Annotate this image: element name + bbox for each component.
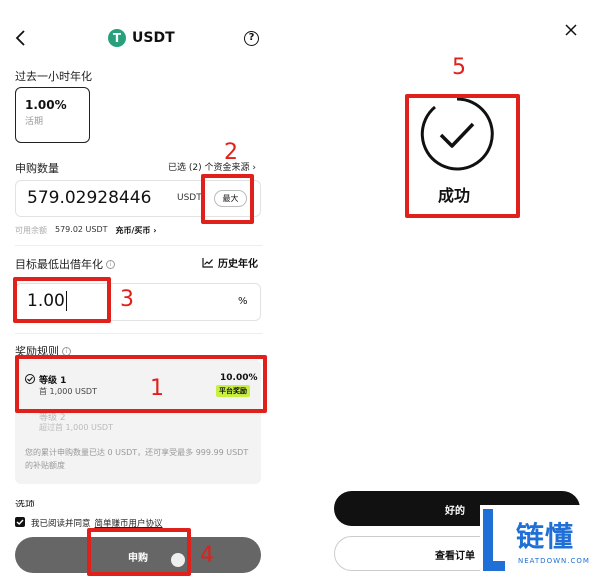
ok-button-label: 好的 — [445, 506, 465, 517]
annotation-box-2 — [201, 174, 254, 224]
right-panel: 成功 好的 查看订单 链懂 NEATDOWN.COM — [275, 0, 596, 576]
amount-value: 579.02928446 — [27, 188, 152, 208]
agree-prefix: 我已阅读并同意 — [31, 519, 91, 529]
amount-title: 申购数量 — [15, 162, 59, 175]
target-title-row: 目标最低出借年化 i — [15, 256, 115, 272]
deposit-link-label: 充币/买币 — [115, 226, 151, 235]
back-icon[interactable] — [12, 28, 30, 48]
history-apr-link[interactable]: 历史年化 — [202, 255, 258, 270]
close-icon[interactable] — [563, 22, 579, 38]
funding-source-link[interactable]: 已选 (2) 个资金来源 › — [168, 160, 256, 173]
available-label: 可用余额 — [15, 226, 47, 235]
apr-value: 1.00% — [25, 98, 67, 112]
watermark: 链懂 NEATDOWN.COM — [480, 505, 596, 576]
options-label: 选项 — [15, 500, 35, 507]
annotation-number-3: 3 — [120, 287, 134, 312]
apr-section-title: 过去一小时年化 — [15, 70, 92, 83]
annotation-number-5: 5 — [452, 55, 466, 80]
info-icon[interactable]: i — [106, 259, 115, 269]
agree-checkbox[interactable] — [15, 517, 25, 527]
available-value: 579.02 USDT — [55, 225, 108, 234]
divider — [15, 245, 263, 246]
apr-sub: 活期 — [25, 117, 44, 127]
annotation-number-4: 4 — [200, 543, 214, 568]
tier2-desc: 超过首 1,000 USDT — [39, 423, 113, 432]
history-apr-label: 历史年化 — [218, 259, 258, 270]
annotation-box-5 — [405, 94, 520, 218]
available-row: 可用余额 579.02 USDT 充币/买币 › — [15, 225, 157, 236]
annotation-box-3 — [13, 277, 111, 323]
annotation-number-2: 2 — [224, 140, 238, 165]
deposit-link[interactable]: 充币/买币 › — [116, 225, 157, 236]
target-apr-unit: % — [238, 296, 248, 307]
apr-card[interactable]: 1.00% 活期 — [15, 87, 90, 143]
chevron-right-icon: › — [252, 163, 256, 173]
annotation-box-1 — [15, 355, 267, 413]
divider — [15, 333, 263, 334]
page-title: USDT — [132, 30, 175, 46]
tether-icon: T — [108, 29, 126, 47]
target-title: 目标最低出借年化 — [15, 258, 103, 271]
help-icon[interactable]: ? — [244, 31, 259, 46]
view-order-label: 查看订单 — [435, 551, 475, 562]
rewards-note: 您的累计申购数量已达 0 USDT，还可享受最多 999.99 USDT 的补贴… — [25, 448, 249, 470]
annotation-number-1: 1 — [150, 376, 164, 401]
watermark-cn: 链懂 — [516, 520, 575, 553]
amount-currency: USDT — [177, 193, 202, 203]
watermark-logo-icon — [483, 509, 505, 571]
header-title-group: T USDT — [108, 27, 175, 49]
trend-chart-icon — [202, 258, 213, 268]
watermark-en: NEATDOWN.COM — [518, 557, 590, 565]
annotation-box-4 — [87, 528, 191, 576]
